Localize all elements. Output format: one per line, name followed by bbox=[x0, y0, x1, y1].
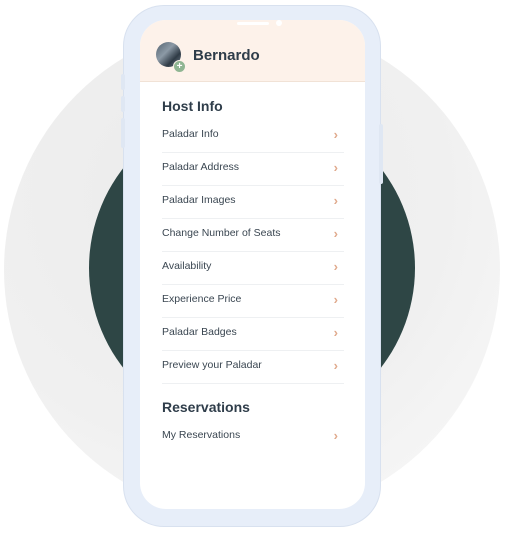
menu-item-label: Paladar Address bbox=[162, 161, 240, 173]
add-photo-icon[interactable]: + bbox=[173, 60, 186, 73]
menu-item-label: Paladar Info bbox=[162, 128, 219, 140]
speaker-grille bbox=[237, 22, 269, 25]
phone-screen: + Bernardo Host Info Paladar Info › Pala… bbox=[140, 20, 365, 509]
chevron-right-icon: › bbox=[333, 358, 338, 373]
chevron-right-icon: › bbox=[333, 292, 338, 307]
menu-item-label: Availability bbox=[162, 260, 212, 272]
menu-item-my-reservations[interactable]: My Reservations › bbox=[162, 420, 344, 453]
chevron-right-icon: › bbox=[333, 127, 338, 142]
user-name: Bernardo bbox=[193, 47, 260, 64]
menu-item-label: Paladar Badges bbox=[162, 326, 237, 338]
silent-switch bbox=[121, 118, 125, 148]
menu-item-experience-price[interactable]: Experience Price › bbox=[162, 284, 344, 318]
host-info-title: Host Info bbox=[162, 98, 223, 114]
menu-item-paladar-images[interactable]: Paladar Images › bbox=[162, 185, 344, 219]
volume-up-button bbox=[121, 74, 125, 90]
chevron-right-icon: › bbox=[333, 193, 338, 208]
volume-down-button bbox=[121, 96, 125, 112]
chevron-right-icon: › bbox=[333, 226, 338, 241]
reservations-title: Reservations bbox=[162, 399, 250, 415]
profile-header: + Bernardo bbox=[140, 20, 365, 82]
menu-item-label: Experience Price bbox=[162, 293, 242, 305]
menu-item-label: Paladar Images bbox=[162, 194, 236, 206]
chevron-right-icon: › bbox=[333, 428, 338, 443]
power-button bbox=[379, 124, 383, 184]
menu-item-label: My Reservations bbox=[162, 429, 241, 441]
menu-item-label: Preview your Paladar bbox=[162, 359, 262, 371]
front-camera bbox=[276, 20, 282, 26]
chevron-right-icon: › bbox=[333, 325, 338, 340]
menu-item-availability[interactable]: Availability › bbox=[162, 251, 344, 285]
chevron-right-icon: › bbox=[333, 259, 338, 274]
menu-item-preview-paladar[interactable]: Preview your Paladar › bbox=[162, 350, 344, 384]
chevron-right-icon: › bbox=[333, 160, 338, 175]
menu-item-change-seats[interactable]: Change Number of Seats › bbox=[162, 218, 344, 252]
menu-item-label: Change Number of Seats bbox=[162, 227, 281, 239]
menu-item-paladar-address[interactable]: Paladar Address › bbox=[162, 152, 344, 186]
menu-item-paladar-badges[interactable]: Paladar Badges › bbox=[162, 317, 344, 351]
menu-item-paladar-info[interactable]: Paladar Info › bbox=[162, 119, 344, 153]
